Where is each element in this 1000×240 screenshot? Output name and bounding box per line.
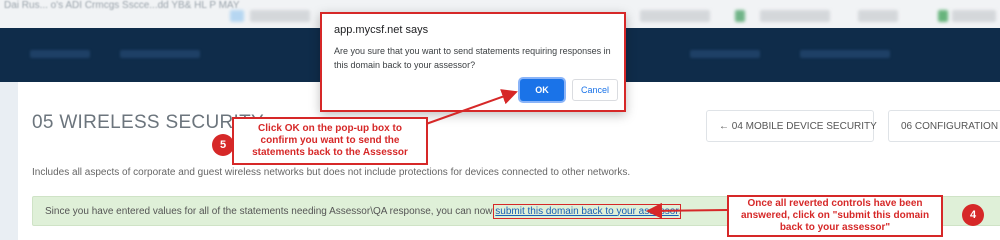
prev-domain-button[interactable]: ← 04 MOBILE DEVICE SECURITY: [706, 110, 877, 142]
page-title: 05 WIRELESS SECURITY: [32, 112, 264, 133]
step-5-callout: Click OK on the pop-up box to confirm yo…: [232, 117, 428, 165]
step-5-badge: 5: [212, 134, 234, 156]
ok-button[interactable]: OK: [520, 79, 564, 101]
alert-tail: .: [678, 205, 682, 217]
blurred-header-item: [30, 50, 90, 58]
blurred-bookmark[interactable]: [250, 10, 310, 22]
blurred-bookmark[interactable]: [760, 10, 830, 22]
dialog-message: Are you sure that you want to send state…: [334, 46, 611, 70]
next-domain-button[interactable]: 06 CONFIGURATION M: [888, 110, 1000, 142]
confirm-dialog: app.mycsf.net says Are you sure that you…: [320, 12, 626, 112]
cancel-button[interactable]: Cancel: [572, 79, 618, 101]
blurred-bookmark[interactable]: [938, 10, 948, 22]
step-4-badge: 4: [962, 204, 984, 226]
blurred-bookmarks-text: Dai Rus... o's ADI Crmcgs Sscce...dd YB&…: [4, 0, 240, 11]
blurred-bookmark[interactable]: [858, 10, 898, 22]
blurred-bookmark[interactable]: [735, 10, 745, 22]
blurred-bookmark[interactable]: [952, 10, 996, 22]
blurred-header-item: [120, 50, 200, 58]
blurred-header-item: [800, 50, 890, 58]
blurred-bookmark[interactable]: [230, 10, 244, 22]
domain-description: Includes all aspects of corporate and gu…: [32, 167, 631, 178]
blurred-bookmark[interactable]: [640, 10, 710, 22]
submit-domain-link[interactable]: submit this domain back to your assessor: [493, 203, 681, 219]
alert-text: Since you have entered values for all of…: [45, 205, 493, 217]
blurred-header-item: [690, 50, 760, 58]
dialog-origin: app.mycsf.net says: [334, 24, 429, 36]
step-4-callout: Once all reverted controls have been ans…: [727, 195, 943, 237]
